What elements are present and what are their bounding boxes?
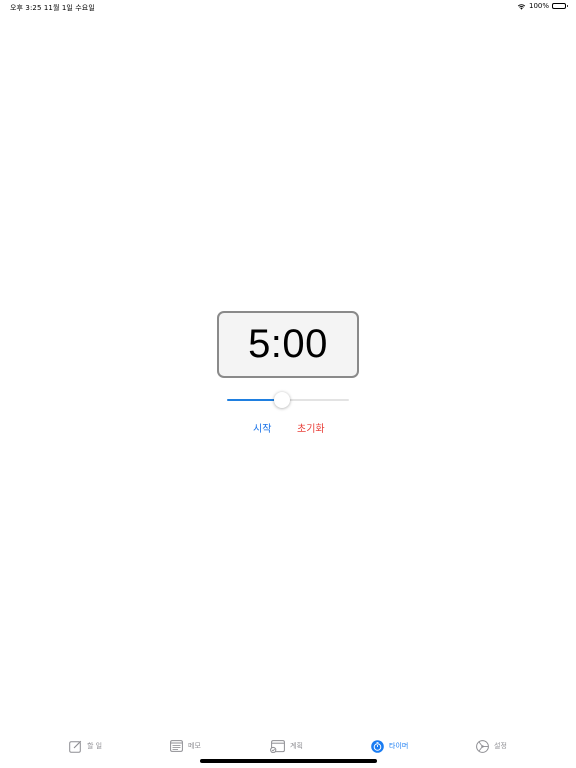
slider-thumb[interactable]	[273, 392, 290, 408]
battery-percentage: 100%	[528, 2, 549, 10]
battery-icon	[552, 3, 568, 9]
tab-bar: 할 일 메모 계획 타이머 설정	[0, 734, 576, 760]
start-button[interactable]: 시작	[253, 420, 271, 435]
compose-icon	[69, 740, 82, 753]
tab-timer-label: 타이머	[389, 742, 409, 750]
tab-plan[interactable]: 계획	[270, 738, 303, 754]
tab-memo[interactable]: 메모	[170, 738, 201, 754]
timer-display: 5:00	[217, 311, 359, 378]
tab-plan-label: 계획	[290, 742, 303, 750]
tab-todo[interactable]: 할 일	[69, 738, 102, 754]
timer-time: 5:00	[248, 322, 328, 366]
calendar-check-icon	[270, 739, 285, 753]
timer-screen: 오후 3:25 11월 1일 수요일 100% 5:00 시작 초기화 할 일 …	[0, 0, 576, 768]
home-indicator	[200, 759, 377, 763]
tab-memo-label: 메모	[188, 742, 201, 750]
settings-icon	[476, 739, 489, 753]
status-bar: 오후 3:25 11월 1일 수요일 100%	[0, 0, 576, 14]
notes-icon	[170, 740, 183, 752]
timer-icon	[371, 739, 384, 753]
tab-todo-label: 할 일	[87, 742, 103, 750]
wifi-icon	[517, 3, 526, 10]
reset-button[interactable]: 초기화	[297, 420, 325, 435]
status-indicators: 100%	[517, 2, 568, 10]
tab-settings[interactable]: 설정	[476, 738, 507, 754]
status-time-date: 오후 3:25 11월 1일 수요일	[10, 4, 95, 12]
tab-settings-label: 설정	[494, 742, 507, 750]
duration-slider[interactable]	[227, 391, 349, 409]
tab-timer[interactable]: 타이머	[371, 738, 408, 754]
